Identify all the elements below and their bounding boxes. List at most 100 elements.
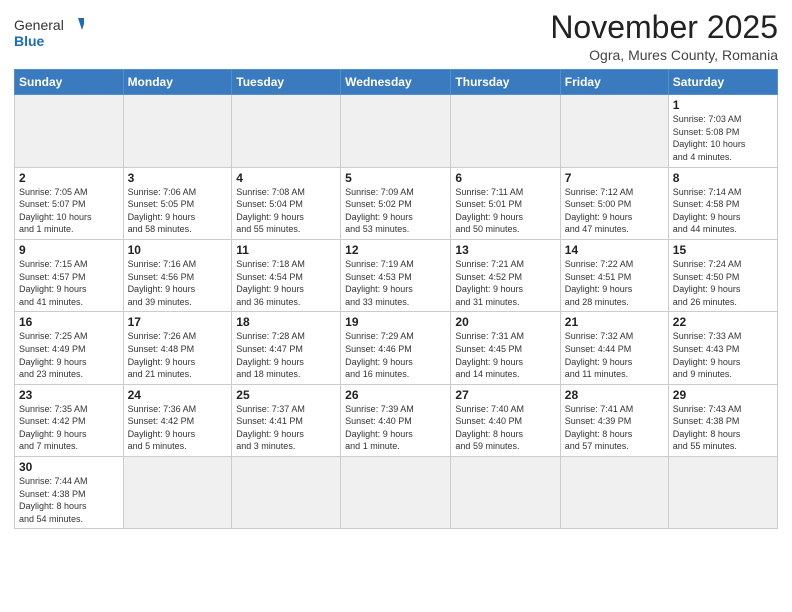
day-info: Sunrise: 7:33 AM Sunset: 4:43 PM Dayligh… [673,330,773,380]
calendar-day-cell: 16Sunrise: 7:25 AM Sunset: 4:49 PM Dayli… [15,312,124,384]
day-number: 25 [236,388,336,402]
calendar-week-row: 23Sunrise: 7:35 AM Sunset: 4:42 PM Dayli… [15,384,778,456]
calendar-day-cell: 14Sunrise: 7:22 AM Sunset: 4:51 PM Dayli… [560,239,668,311]
day-info: Sunrise: 7:40 AM Sunset: 4:40 PM Dayligh… [455,403,555,453]
calendar-day-cell: 2Sunrise: 7:05 AM Sunset: 5:07 PM Daylig… [15,167,124,239]
day-info: Sunrise: 7:29 AM Sunset: 4:46 PM Dayligh… [345,330,446,380]
day-info: Sunrise: 7:19 AM Sunset: 4:53 PM Dayligh… [345,258,446,308]
calendar-day-cell: 30Sunrise: 7:44 AM Sunset: 4:38 PM Dayli… [15,457,124,529]
calendar-day-cell [341,457,451,529]
day-number: 24 [128,388,228,402]
calendar-day-cell: 25Sunrise: 7:37 AM Sunset: 4:41 PM Dayli… [232,384,341,456]
calendar-day-cell: 27Sunrise: 7:40 AM Sunset: 4:40 PM Dayli… [451,384,560,456]
logo-svg: General Blue [14,14,84,52]
calendar-day-cell [560,457,668,529]
calendar-day-cell: 21Sunrise: 7:32 AM Sunset: 4:44 PM Dayli… [560,312,668,384]
day-number: 4 [236,171,336,185]
day-info: Sunrise: 7:28 AM Sunset: 4:47 PM Dayligh… [236,330,336,380]
calendar-day-cell: 17Sunrise: 7:26 AM Sunset: 4:48 PM Dayli… [123,312,232,384]
day-number: 7 [565,171,664,185]
calendar-day-cell: 15Sunrise: 7:24 AM Sunset: 4:50 PM Dayli… [668,239,777,311]
day-info: Sunrise: 7:15 AM Sunset: 4:57 PM Dayligh… [19,258,119,308]
day-number: 9 [19,243,119,257]
calendar-day-cell: 19Sunrise: 7:29 AM Sunset: 4:46 PM Dayli… [341,312,451,384]
calendar-week-row: 1Sunrise: 7:03 AM Sunset: 5:08 PM Daylig… [15,95,778,167]
day-info: Sunrise: 7:36 AM Sunset: 4:42 PM Dayligh… [128,403,228,453]
weekday-header-friday: Friday [560,70,668,95]
calendar-day-cell: 24Sunrise: 7:36 AM Sunset: 4:42 PM Dayli… [123,384,232,456]
calendar-day-cell: 9Sunrise: 7:15 AM Sunset: 4:57 PM Daylig… [15,239,124,311]
calendar-day-cell: 18Sunrise: 7:28 AM Sunset: 4:47 PM Dayli… [232,312,341,384]
day-number: 28 [565,388,664,402]
day-number: 13 [455,243,555,257]
day-info: Sunrise: 7:11 AM Sunset: 5:01 PM Dayligh… [455,186,555,236]
calendar-day-cell: 29Sunrise: 7:43 AM Sunset: 4:38 PM Dayli… [668,384,777,456]
day-info: Sunrise: 7:24 AM Sunset: 4:50 PM Dayligh… [673,258,773,308]
weekday-header-monday: Monday [123,70,232,95]
day-info: Sunrise: 7:09 AM Sunset: 5:02 PM Dayligh… [345,186,446,236]
calendar-day-cell [232,95,341,167]
weekday-header-row: SundayMondayTuesdayWednesdayThursdayFrid… [15,70,778,95]
day-number: 19 [345,315,446,329]
calendar-day-cell: 22Sunrise: 7:33 AM Sunset: 4:43 PM Dayli… [668,312,777,384]
title-block: November 2025 Ogra, Mures County, Romani… [550,10,778,63]
day-info: Sunrise: 7:37 AM Sunset: 4:41 PM Dayligh… [236,403,336,453]
calendar-day-cell: 5Sunrise: 7:09 AM Sunset: 5:02 PM Daylig… [341,167,451,239]
weekday-header-tuesday: Tuesday [232,70,341,95]
day-number: 22 [673,315,773,329]
day-info: Sunrise: 7:22 AM Sunset: 4:51 PM Dayligh… [565,258,664,308]
calendar-week-row: 9Sunrise: 7:15 AM Sunset: 4:57 PM Daylig… [15,239,778,311]
day-number: 26 [345,388,446,402]
calendar-day-cell: 20Sunrise: 7:31 AM Sunset: 4:45 PM Dayli… [451,312,560,384]
day-number: 14 [565,243,664,257]
calendar-day-cell [15,95,124,167]
day-info: Sunrise: 7:35 AM Sunset: 4:42 PM Dayligh… [19,403,119,453]
logo: General Blue [14,14,84,52]
calendar-subtitle: Ogra, Mures County, Romania [550,47,778,63]
day-number: 2 [19,171,119,185]
day-info: Sunrise: 7:08 AM Sunset: 5:04 PM Dayligh… [236,186,336,236]
svg-text:Blue: Blue [14,33,45,49]
day-number: 29 [673,388,773,402]
day-info: Sunrise: 7:03 AM Sunset: 5:08 PM Dayligh… [673,113,773,163]
day-number: 10 [128,243,228,257]
day-info: Sunrise: 7:41 AM Sunset: 4:39 PM Dayligh… [565,403,664,453]
calendar-title: November 2025 [550,10,778,45]
calendar-day-cell: 1Sunrise: 7:03 AM Sunset: 5:08 PM Daylig… [668,95,777,167]
calendar-day-cell: 8Sunrise: 7:14 AM Sunset: 4:58 PM Daylig… [668,167,777,239]
day-number: 8 [673,171,773,185]
day-info: Sunrise: 7:44 AM Sunset: 4:38 PM Dayligh… [19,475,119,525]
page: General Blue November 2025 Ogra, Mures C… [0,0,792,612]
day-info: Sunrise: 7:06 AM Sunset: 5:05 PM Dayligh… [128,186,228,236]
weekday-header-thursday: Thursday [451,70,560,95]
calendar-day-cell: 3Sunrise: 7:06 AM Sunset: 5:05 PM Daylig… [123,167,232,239]
calendar-week-row: 16Sunrise: 7:25 AM Sunset: 4:49 PM Dayli… [15,312,778,384]
day-info: Sunrise: 7:05 AM Sunset: 5:07 PM Dayligh… [19,186,119,236]
day-info: Sunrise: 7:18 AM Sunset: 4:54 PM Dayligh… [236,258,336,308]
svg-text:General: General [14,17,64,33]
day-info: Sunrise: 7:14 AM Sunset: 4:58 PM Dayligh… [673,186,773,236]
calendar-table: SundayMondayTuesdayWednesdayThursdayFrid… [14,69,778,529]
calendar-day-cell: 6Sunrise: 7:11 AM Sunset: 5:01 PM Daylig… [451,167,560,239]
day-number: 21 [565,315,664,329]
header: General Blue November 2025 Ogra, Mures C… [14,10,778,63]
day-info: Sunrise: 7:25 AM Sunset: 4:49 PM Dayligh… [19,330,119,380]
day-number: 30 [19,460,119,474]
weekday-header-wednesday: Wednesday [341,70,451,95]
day-info: Sunrise: 7:21 AM Sunset: 4:52 PM Dayligh… [455,258,555,308]
day-info: Sunrise: 7:31 AM Sunset: 4:45 PM Dayligh… [455,330,555,380]
day-info: Sunrise: 7:12 AM Sunset: 5:00 PM Dayligh… [565,186,664,236]
weekday-header-saturday: Saturday [668,70,777,95]
calendar-day-cell [123,95,232,167]
calendar-week-row: 30Sunrise: 7:44 AM Sunset: 4:38 PM Dayli… [15,457,778,529]
day-number: 18 [236,315,336,329]
calendar-day-cell [232,457,341,529]
calendar-day-cell [560,95,668,167]
calendar-day-cell: 28Sunrise: 7:41 AM Sunset: 4:39 PM Dayli… [560,384,668,456]
calendar-day-cell: 12Sunrise: 7:19 AM Sunset: 4:53 PM Dayli… [341,239,451,311]
calendar-day-cell [451,457,560,529]
day-number: 23 [19,388,119,402]
day-number: 11 [236,243,336,257]
calendar-day-cell [123,457,232,529]
calendar-day-cell: 13Sunrise: 7:21 AM Sunset: 4:52 PM Dayli… [451,239,560,311]
